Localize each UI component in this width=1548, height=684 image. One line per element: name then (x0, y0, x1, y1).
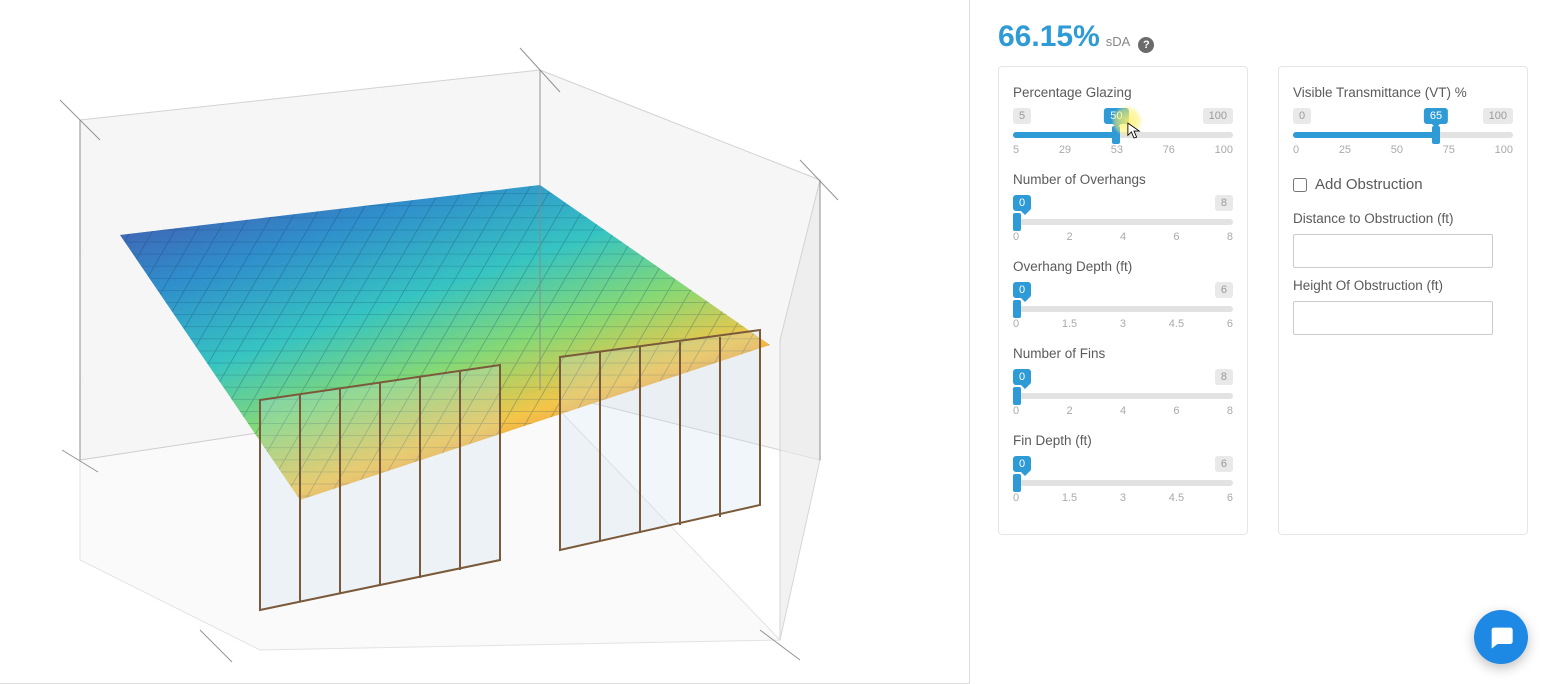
distance-label: Distance to Obstruction (ft) (1293, 211, 1513, 226)
tick: 6 (1173, 405, 1179, 417)
tick: 0 (1013, 492, 1019, 504)
overhang-depth-slider[interactable]: 0 6 0 1.5 3 4.5 6 (1013, 282, 1233, 334)
glazing-value-bubble: 50 (1104, 108, 1128, 124)
tick: 4.5 (1169, 318, 1184, 330)
tick: 2 (1066, 231, 1072, 243)
transmittance-obstruction-panel: Visible Transmittance (VT) % 0 65 100 (1278, 66, 1528, 535)
tick: 53 (1111, 144, 1123, 156)
overhangs-value-bubble: 0 (1013, 195, 1031, 211)
tick: 3 (1120, 318, 1126, 330)
tick: 0 (1013, 318, 1019, 330)
tick: 6 (1227, 318, 1233, 330)
sda-value: 66.15% (998, 20, 1100, 54)
fin-depth-label: Fin Depth (ft) (1013, 433, 1233, 448)
tick: 8 (1227, 405, 1233, 417)
viewport-3d[interactable] (0, 0, 970, 684)
tick: 4 (1120, 405, 1126, 417)
info-icon[interactable]: ? (1138, 37, 1154, 53)
add-obstruction-checkbox[interactable] (1293, 178, 1307, 192)
tick: 1.5 (1062, 492, 1077, 504)
overhangs-control: Number of Overhangs 0 8 0 2 (1013, 168, 1233, 247)
tick: 5 (1013, 144, 1019, 156)
fins-max: 8 (1215, 369, 1233, 385)
glazing-control: Percentage Glazing 5 50 100 (1013, 81, 1233, 160)
tick: 1.5 (1062, 318, 1077, 330)
glazing-label: Percentage Glazing (1013, 85, 1233, 100)
fins-value-bubble: 0 (1013, 369, 1031, 385)
fin-depth-value-bubble: 0 (1013, 456, 1031, 472)
controls-sidebar: 66.15% sDA ? Percentage Glazing 5 50 100 (970, 0, 1548, 684)
overhang-depth-control: Overhang Depth (ft) 0 6 0 1.5 (1013, 255, 1233, 334)
tick: 100 (1215, 144, 1233, 156)
tick: 6 (1173, 231, 1179, 243)
overhangs-max: 8 (1215, 195, 1233, 211)
chat-button[interactable] (1474, 610, 1528, 664)
glazing-max: 100 (1203, 108, 1233, 124)
fins-label: Number of Fins (1013, 346, 1233, 361)
tick: 8 (1227, 231, 1233, 243)
height-input[interactable] (1293, 301, 1493, 335)
tick: 2 (1066, 405, 1072, 417)
overhangs-label: Number of Overhangs (1013, 172, 1233, 187)
tick: 0 (1013, 231, 1019, 243)
overhangs-slider[interactable]: 0 8 0 2 4 6 8 (1013, 195, 1233, 247)
fin-depth-control: Fin Depth (ft) 0 6 0 1.5 (1013, 429, 1233, 508)
overhang-depth-value-bubble: 0 (1013, 282, 1031, 298)
vt-value-bubble: 65 (1424, 108, 1448, 124)
chat-icon (1487, 623, 1515, 651)
tick: 75 (1443, 144, 1455, 156)
tick: 100 (1495, 144, 1513, 156)
overhang-depth-max: 6 (1215, 282, 1233, 298)
glazing-min: 5 (1013, 108, 1031, 124)
glazing-slider[interactable]: 5 50 100 5 (1013, 108, 1233, 160)
distance-input[interactable] (1293, 234, 1493, 268)
tick: 0 (1293, 144, 1299, 156)
fin-depth-max: 6 (1215, 456, 1233, 472)
add-obstruction-row: Add Obstruction (1293, 176, 1513, 193)
tick: 4 (1120, 231, 1126, 243)
tick: 6 (1227, 492, 1233, 504)
add-obstruction-label: Add Obstruction (1315, 176, 1423, 193)
vt-min: 0 (1293, 108, 1311, 124)
fins-control: Number of Fins 0 8 0 2 4 (1013, 342, 1233, 421)
tick: 29 (1059, 144, 1071, 156)
tick: 3 (1120, 492, 1126, 504)
vt-max: 100 (1483, 108, 1513, 124)
vt-slider[interactable]: 0 65 100 0 25 50 75 (1293, 108, 1513, 160)
glazing-shading-panel: Percentage Glazing 5 50 100 (998, 66, 1248, 535)
fin-depth-slider[interactable]: 0 6 0 1.5 3 4.5 6 (1013, 456, 1233, 508)
overhang-depth-label: Overhang Depth (ft) (1013, 259, 1233, 274)
tick: 0 (1013, 405, 1019, 417)
vt-label: Visible Transmittance (VT) % (1293, 85, 1513, 100)
tick: 76 (1163, 144, 1175, 156)
tick: 50 (1391, 144, 1403, 156)
height-label: Height Of Obstruction (ft) (1293, 278, 1513, 293)
tick: 25 (1339, 144, 1351, 156)
vt-control: Visible Transmittance (VT) % 0 65 100 (1293, 81, 1513, 160)
sda-unit-label: sDA (1106, 34, 1131, 49)
sda-headline: 66.15% sDA ? (998, 20, 1528, 54)
tick: 4.5 (1169, 492, 1184, 504)
fins-slider[interactable]: 0 8 0 2 4 6 8 (1013, 369, 1233, 421)
